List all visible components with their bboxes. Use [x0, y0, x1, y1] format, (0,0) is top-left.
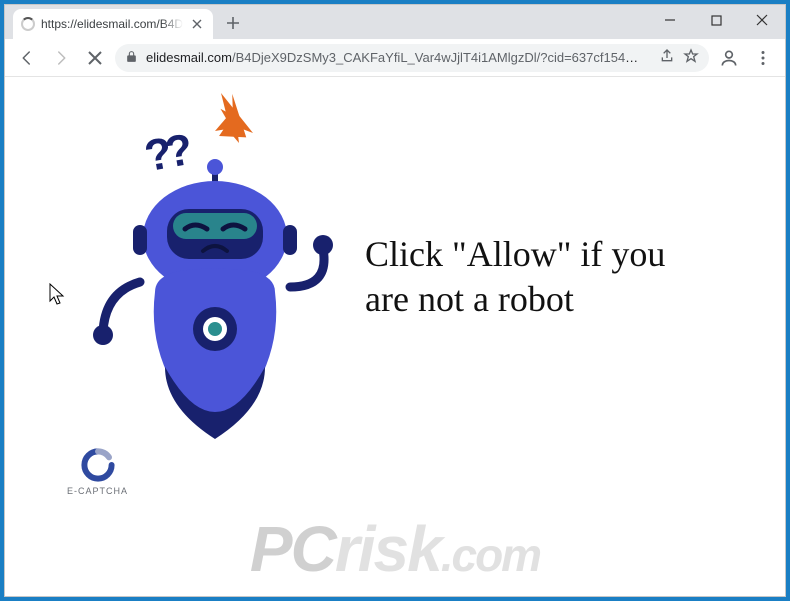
- person-icon: [719, 48, 739, 68]
- captcha-icon: [81, 448, 115, 482]
- arrow-left-icon: [18, 49, 36, 67]
- close-icon: [87, 50, 103, 66]
- captcha-label: E-CAPTCHA: [67, 486, 128, 496]
- new-tab-button[interactable]: [219, 9, 247, 37]
- window-controls: [647, 5, 785, 35]
- arrow-right-icon: [52, 49, 70, 67]
- kebab-icon: [755, 50, 771, 66]
- forward-button[interactable]: [47, 44, 75, 72]
- page-content: ??: [5, 77, 785, 596]
- watermark-pc: PC: [250, 513, 335, 585]
- menu-button[interactable]: [749, 44, 777, 72]
- url-path: /B4DjeX9DzSMy3_CAKFaYfiL_Var4wJjlT4i1AMl…: [232, 50, 645, 65]
- share-button[interactable]: [659, 48, 675, 67]
- question-marks: ??: [141, 126, 191, 182]
- star-icon: [683, 48, 699, 64]
- back-button[interactable]: [13, 44, 41, 72]
- bookmark-button[interactable]: [683, 48, 699, 67]
- tab-close-button[interactable]: [189, 16, 205, 32]
- tab-title: https://elidesmail.com/B4DjeX9D: [41, 17, 183, 31]
- browser-tab[interactable]: https://elidesmail.com/B4DjeX9D: [13, 9, 213, 39]
- share-icon: [659, 48, 675, 64]
- cursor-icon: [49, 283, 67, 312]
- maximize-button[interactable]: [693, 5, 739, 35]
- toolbar: elidesmail.com/B4DjeX9DzSMy3_CAKFaYfiL_V…: [5, 39, 785, 77]
- url-host: elidesmail.com: [146, 50, 232, 65]
- close-window-button[interactable]: [739, 5, 785, 35]
- browser-window: https://elidesmail.com/B4DjeX9D: [4, 4, 786, 597]
- maximize-icon: [711, 15, 722, 26]
- address-bar[interactable]: elidesmail.com/B4DjeX9DzSMy3_CAKFaYfiL_V…: [115, 44, 709, 72]
- watermark-tld: .com: [441, 529, 540, 581]
- watermark: PCrisk.com: [250, 512, 540, 586]
- stop-reload-button[interactable]: [81, 44, 109, 72]
- robot-illustration: ??: [85, 137, 345, 462]
- lock-icon: [125, 50, 138, 66]
- minimize-button[interactable]: [647, 5, 693, 35]
- captcha-logo: E-CAPTCHA: [67, 448, 128, 496]
- watermark-risk: risk: [335, 513, 441, 585]
- close-icon: [756, 14, 768, 26]
- profile-button[interactable]: [715, 44, 743, 72]
- plus-icon: [226, 16, 240, 30]
- robot-icon: [85, 137, 345, 457]
- headline-text: Click "Allow" if you are not a robot: [365, 232, 695, 322]
- url-text: elidesmail.com/B4DjeX9DzSMy3_CAKFaYfiL_V…: [146, 50, 645, 65]
- close-icon: [192, 19, 202, 29]
- loading-spinner-icon: [21, 17, 35, 31]
- omnibox-actions: [659, 48, 699, 67]
- minimize-icon: [664, 14, 676, 26]
- titlebar: https://elidesmail.com/B4DjeX9D: [5, 5, 785, 39]
